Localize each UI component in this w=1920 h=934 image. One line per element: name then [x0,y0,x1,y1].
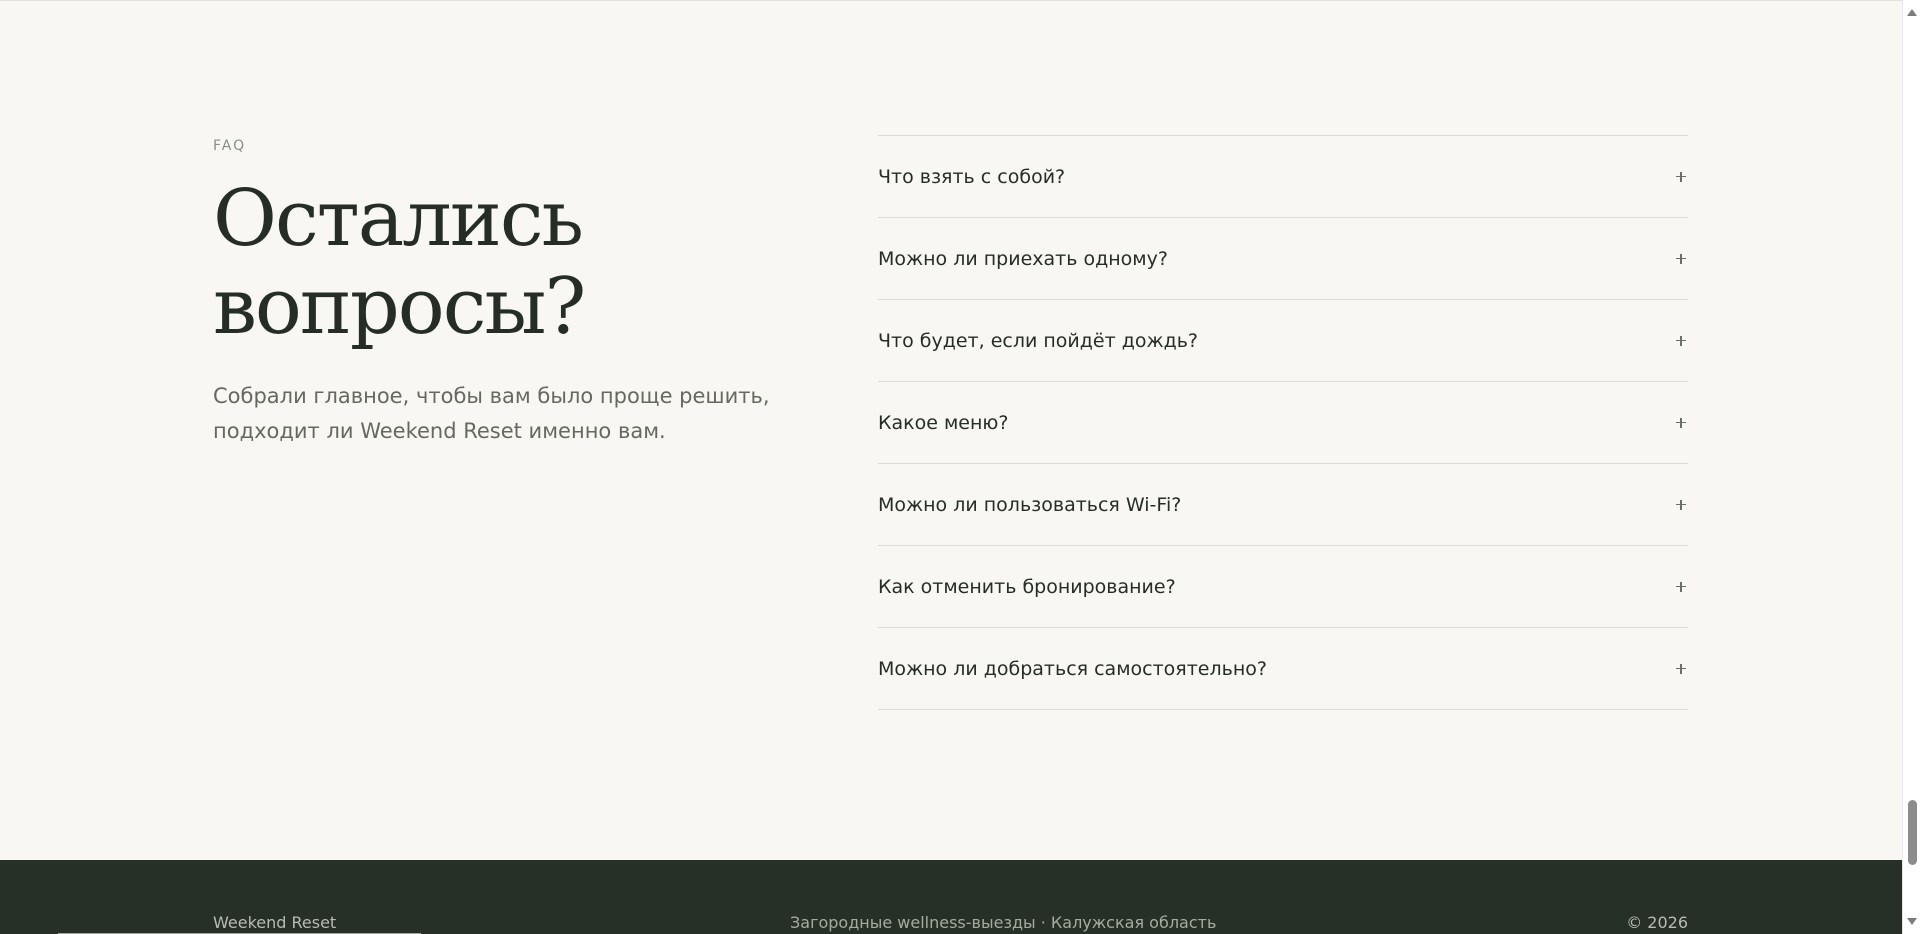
plus-icon[interactable] [1674,416,1688,430]
faq-item-rain[interactable]: Что будет, если пойдёт дождь? [878,300,1688,382]
footer-brand: Weekend Reset [213,913,337,932]
faq-question: Какое меню? [878,411,1009,434]
faq-question: Можно ли пользоваться Wi-Fi? [878,493,1182,516]
faq-intro: FAQ Остались вопросы? Собрали главное, ч… [213,137,773,449]
page: FAQ Остались вопросы? Собрали главное, ч… [0,0,1902,934]
faq-item-self-travel[interactable]: Можно ли добраться самостоятельно? [878,628,1688,710]
footer-copyright: © 2026 [1626,913,1688,932]
faq-section: FAQ Остались вопросы? Собрали главное, ч… [0,1,1902,860]
faq-question: Что взять с собой? [878,165,1066,188]
plus-icon[interactable] [1674,580,1688,594]
chevron-down-icon[interactable] [1907,918,1917,925]
faq-question: Как отменить бронирование? [878,575,1176,598]
plus-icon[interactable] [1674,170,1688,184]
site-footer: Weekend Reset Загородные wellness-выезды… [0,860,1902,934]
plus-icon[interactable] [1674,498,1688,512]
plus-icon[interactable] [1674,334,1688,348]
faq-item-wifi[interactable]: Можно ли пользоваться Wi-Fi? [878,464,1688,546]
faq-item-packing[interactable]: Что взять с собой? [878,136,1688,218]
title-line-1: Остались [213,174,584,264]
faq-question: Можно ли добраться самостоятельно? [878,657,1267,680]
faq-question: Можно ли приехать одному? [878,247,1168,270]
vertical-scrollbar[interactable] [1902,0,1920,934]
chevron-up-icon[interactable] [1907,9,1917,16]
faq-item-cancellation[interactable]: Как отменить бронирование? [878,546,1688,628]
faq-question: Что будет, если пойдёт дождь? [878,329,1198,352]
faq-lead: Собрали главное, чтобы вам было проще ре… [213,384,770,443]
plus-icon[interactable] [1674,662,1688,676]
page-title: Остались вопросы? [213,175,773,351]
plus-icon[interactable] [1674,252,1688,266]
footer-tagline: Загородные wellness-выезды · Калужская о… [790,913,1217,932]
faq-item-menu[interactable]: Какое меню? [878,382,1688,464]
faq-list: Что взять с собой? Можно ли приехать одн… [878,135,1688,710]
scrollbar-thumb[interactable] [1908,800,1917,865]
title-line-2: вопросы? [213,262,586,352]
faq-item-solo-arrival[interactable]: Можно ли приехать одному? [878,218,1688,300]
section-eyebrow: FAQ [213,138,247,154]
